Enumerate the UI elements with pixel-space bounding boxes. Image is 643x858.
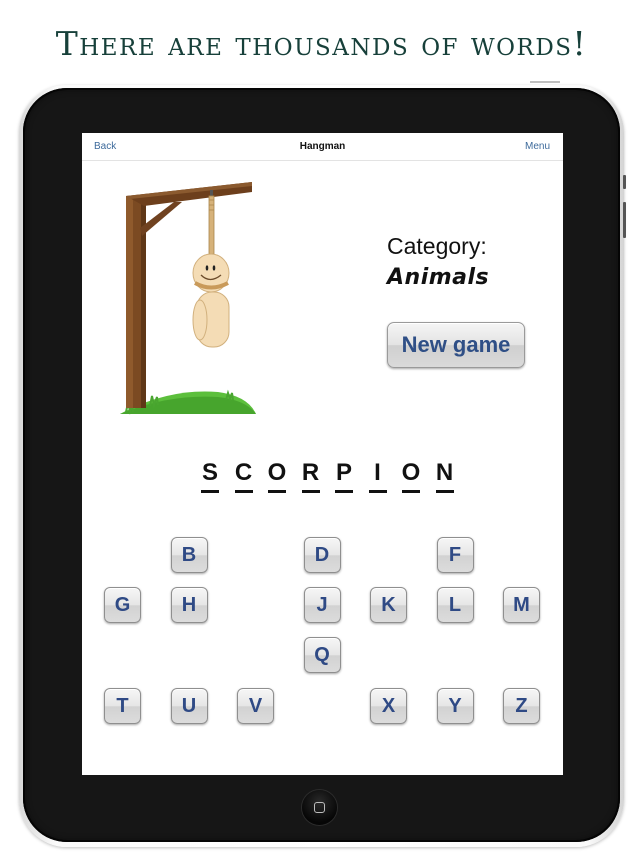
category-value: Animals (387, 265, 490, 290)
nav-title: Hangman (299, 141, 346, 152)
category-label: Category: (387, 233, 487, 259)
home-button[interactable] (302, 790, 337, 825)
letter-key-x[interactable]: X (370, 688, 407, 724)
rope-noose-icon (208, 190, 215, 255)
hidden-word: SCORPION (82, 459, 563, 495)
gallows-post-icon (126, 182, 252, 408)
letter-key-g[interactable]: G (104, 587, 141, 623)
letter-key-t[interactable]: T (104, 688, 141, 724)
letter-key-l[interactable]: L (436, 587, 474, 623)
letter-key-z[interactable]: Z (503, 688, 540, 724)
letter-key-y[interactable]: Y (436, 688, 474, 724)
word-letter: I (367, 459, 389, 493)
word-letter: O (401, 459, 421, 493)
letter-key-d[interactable]: D (303, 537, 341, 573)
word-letter: O (267, 459, 287, 493)
volume-buttons (623, 202, 626, 238)
letter-key-v[interactable]: V (237, 688, 274, 724)
word-letter: R (300, 459, 322, 493)
mute-switch (623, 175, 626, 189)
word-letter: C (233, 459, 255, 493)
new-game-button[interactable]: New game (387, 322, 525, 368)
promo-headline: There are thousands of words! (55, 24, 588, 63)
letter-key-q[interactable]: Q (303, 637, 341, 673)
letter-key-k[interactable]: K (370, 587, 407, 623)
letter-key-h[interactable]: H (170, 587, 208, 623)
letter-key-m[interactable]: M (503, 587, 540, 623)
sleep-wake-button (530, 81, 560, 83)
hanging-figure-icon (192, 253, 230, 348)
letter-key-f[interactable]: F (436, 537, 474, 573)
app-screen: Back Hangman Menu Category: Animals New … (82, 133, 563, 775)
word-letter: P (333, 459, 355, 493)
word-letter: N (434, 459, 456, 493)
navigation-bar: Back Hangman Menu (82, 133, 563, 161)
letter-key-u[interactable]: U (170, 688, 208, 724)
home-square-icon (314, 802, 325, 813)
word-letter: S (199, 459, 221, 493)
hangman-gallows-illustration (120, 182, 256, 415)
menu-button[interactable]: Menu (525, 141, 550, 152)
letter-key-j[interactable]: J (303, 587, 341, 623)
letter-key-b[interactable]: B (170, 537, 208, 573)
